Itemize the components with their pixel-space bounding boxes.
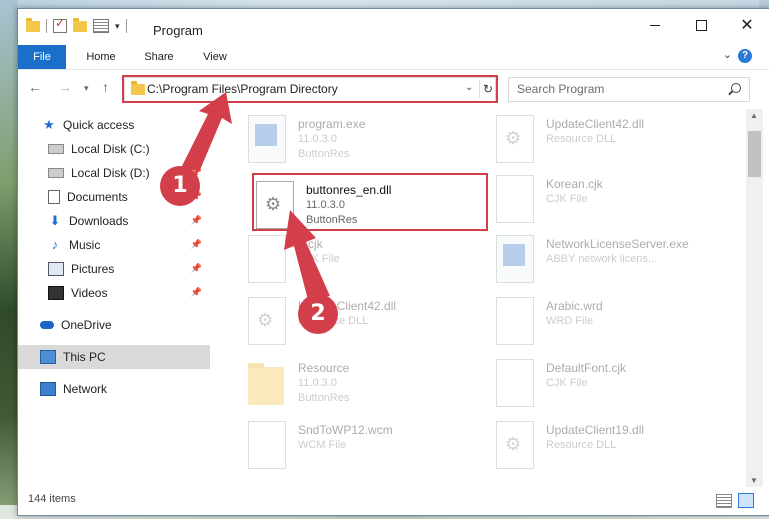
callout-badge-2: 2 xyxy=(298,294,338,334)
callout-arrows xyxy=(180,92,330,300)
callout-arrow-1 xyxy=(180,92,232,170)
callout-arrow-2 xyxy=(284,210,330,300)
callout-badge-1: 1 xyxy=(160,166,200,206)
